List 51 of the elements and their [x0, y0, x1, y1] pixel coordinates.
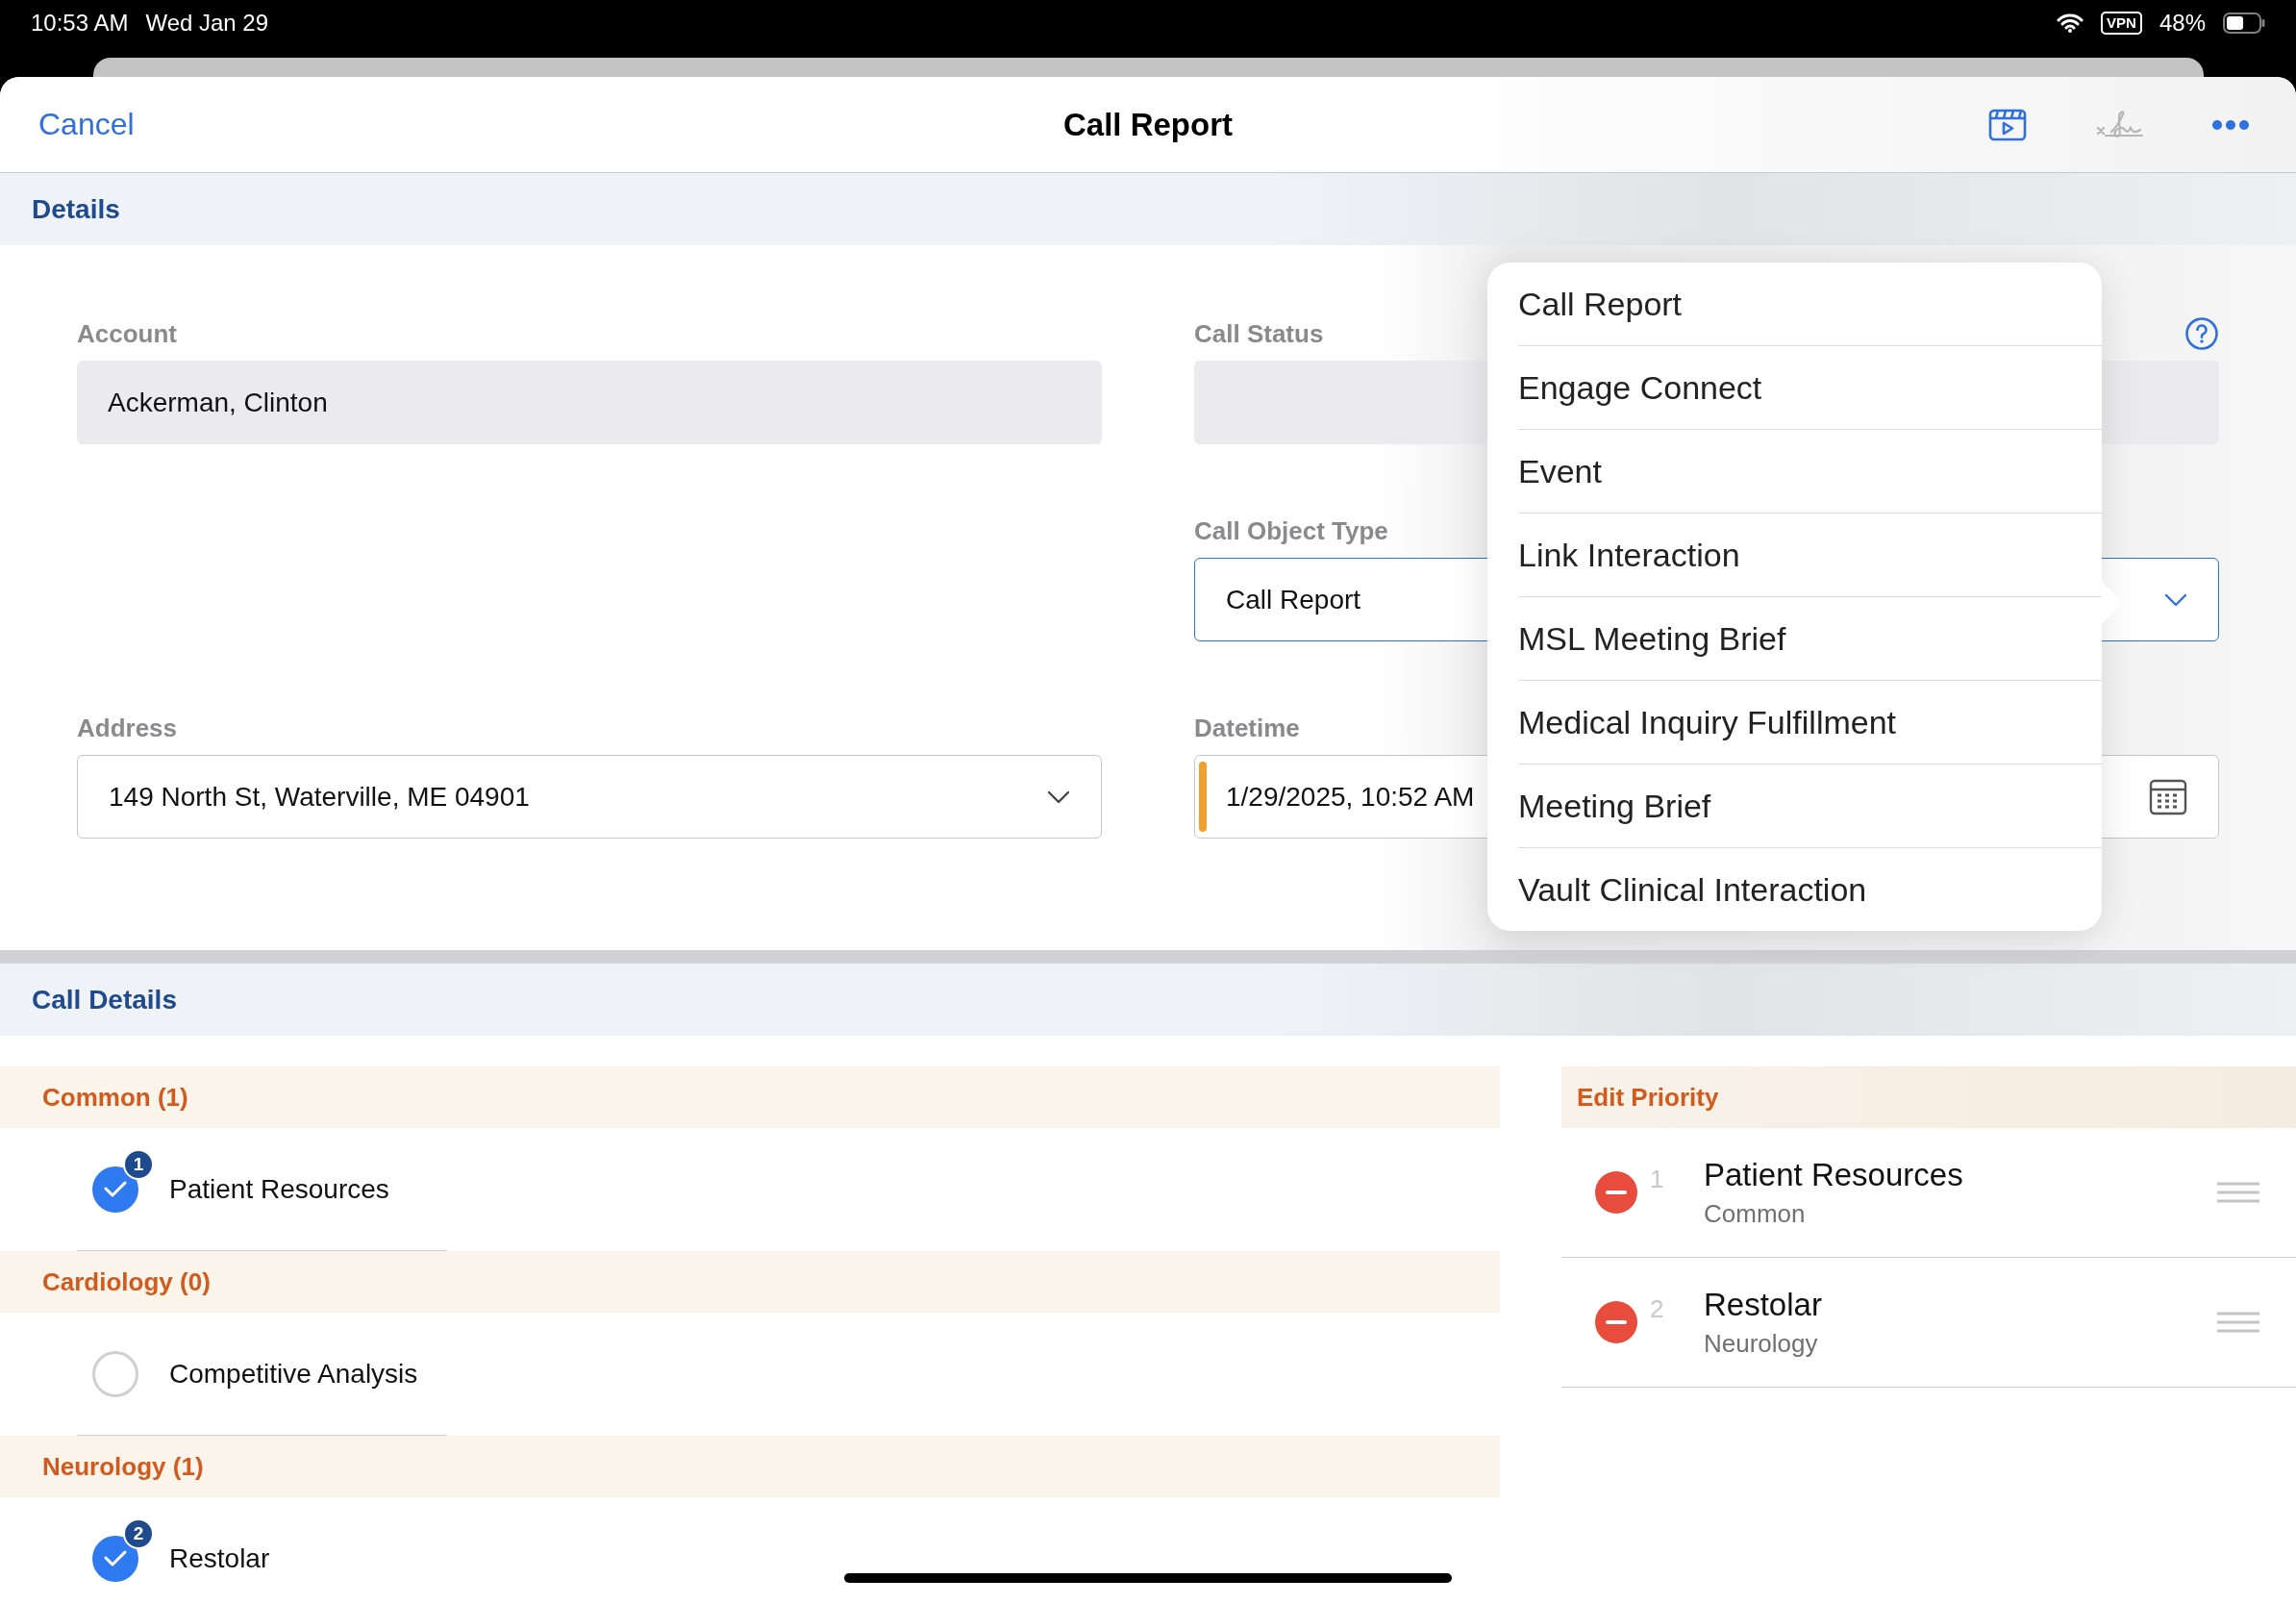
priority-subtitle: Neurology [1704, 1328, 1819, 1359]
status-date: Wed Jan 29 [145, 10, 269, 37]
field-label: Address [77, 713, 178, 743]
vpn-badge: VPN [2101, 12, 2142, 35]
priority-subtitle: Common [1704, 1198, 1807, 1229]
field-label: Account [77, 318, 177, 349]
battery-icon [2223, 13, 2265, 34]
group-title: Neurology (1) [42, 1451, 204, 1482]
priority-title: Patient Resources [1704, 1156, 1964, 1193]
drag-handle-icon[interactable] [2217, 1182, 2259, 1203]
drag-handle-icon[interactable] [2217, 1312, 2259, 1333]
menu-item[interactable]: Meeting Brief [1518, 764, 2102, 848]
battery-percent: 48% [2159, 10, 2206, 37]
checkbox[interactable] [92, 1350, 138, 1397]
field-label: Datetime [1194, 713, 1300, 743]
readonly-field: Ackerman, Clinton [77, 361, 1102, 444]
status-time: 10:53 AM [31, 10, 129, 37]
menu-item[interactable]: Engage Connect [1518, 346, 2102, 430]
section-title: Call Details [32, 984, 177, 1015]
priority-badge: 2 [123, 1517, 154, 1549]
dropdown-field[interactable]: 149 North St, Waterville, ME 04901 [77, 755, 1102, 839]
priority-title: Restolar [1704, 1286, 1823, 1323]
checkmark-icon [104, 1550, 127, 1566]
sheet-title: Call Report [1063, 106, 1233, 143]
menu-item[interactable]: Vault Clinical Interaction [1518, 848, 2102, 931]
group-title: Cardiology (0) [42, 1266, 211, 1297]
chevron-down-icon [1047, 789, 1070, 804]
menu-item[interactable]: MSL Meeting Brief [1518, 597, 2102, 681]
priority-badge: 1 [123, 1148, 154, 1180]
video-icon[interactable] [1988, 108, 2027, 141]
cancel-button[interactable]: Cancel [38, 107, 135, 142]
wifi-icon [2057, 13, 2084, 33]
help-icon[interactable] [2184, 316, 2219, 351]
remove-icon[interactable] [1594, 1170, 1638, 1215]
menu-item[interactable]: Event [1518, 430, 2102, 514]
calendar-icon[interactable] [2149, 777, 2187, 816]
checkmark-icon [104, 1181, 127, 1197]
group-title: Edit Priority [1577, 1082, 1719, 1113]
more-icon[interactable] [2211, 118, 2250, 131]
topic-label: Restolar [169, 1542, 270, 1574]
field-label: Call Status [1194, 318, 1324, 349]
section-title: Details [32, 193, 120, 225]
menu-item[interactable]: Call Report [1518, 263, 2102, 346]
chevron-down-icon [2164, 592, 2187, 607]
menu-item[interactable]: Link Interaction [1518, 514, 2102, 597]
topic-label: Competitive Analysis [169, 1358, 418, 1390]
group-title: Common (1) [42, 1082, 188, 1113]
field-label: Call Object Type [1194, 515, 1388, 546]
topic-label: Patient Resources [169, 1173, 389, 1205]
menu-item[interactable]: Medical Inquiry Fulfillment [1518, 681, 2102, 764]
remove-icon[interactable] [1594, 1300, 1638, 1344]
